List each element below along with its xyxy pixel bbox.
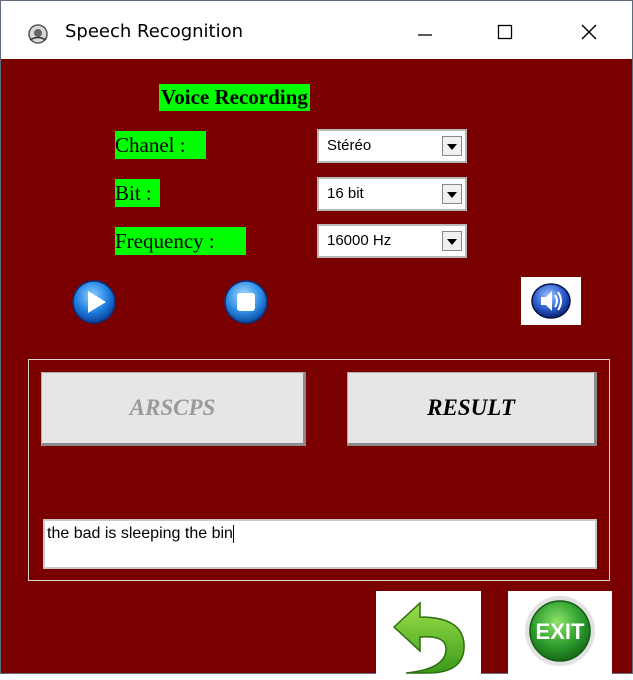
chevron-down-icon[interactable] <box>442 231 462 251</box>
bit-select[interactable]: 16 bit <box>317 177 467 211</box>
frequency-label: Frequency : <box>115 227 246 255</box>
back-arrow-icon <box>392 601 465 674</box>
recognized-text: the bad is sleeping the bin <box>47 525 233 543</box>
chanel-value: Stéréo <box>327 137 372 154</box>
exit-label: EXIT <box>536 619 585 644</box>
arscps-button[interactable]: ARSCPS <box>41 372 306 446</box>
close-button[interactable] <box>569 15 609 49</box>
title-bar[interactable]: Speech Recognition <box>1 1 632 59</box>
play-icon[interactable] <box>71 279 117 325</box>
maximize-icon <box>497 24 513 40</box>
chevron-down-icon[interactable] <box>442 136 462 156</box>
close-icon <box>581 24 597 40</box>
text-caret <box>232 525 234 543</box>
minimize-icon <box>418 34 432 36</box>
speech-recognition-window: Speech Recognition Voice Recording Chane… <box>0 0 633 675</box>
chanel-label: Chanel : <box>115 131 206 159</box>
stop-icon[interactable] <box>221 279 271 325</box>
bit-label: Bit : <box>115 179 160 207</box>
speaker-button[interactable] <box>521 277 581 325</box>
exit-button[interactable]: EXIT <box>508 591 612 675</box>
app-icon <box>28 24 48 44</box>
back-button[interactable] <box>376 591 481 675</box>
bit-value: 16 bit <box>327 185 364 202</box>
window-title: Speech Recognition <box>65 21 244 42</box>
voice-recording-heading: Voice Recording <box>159 84 310 111</box>
chanel-select[interactable]: Stéréo <box>317 129 467 163</box>
speaker-icon <box>531 283 571 319</box>
chevron-down-icon[interactable] <box>442 184 462 204</box>
recognized-text-field[interactable]: the bad is sleeping the bin <box>43 519 597 569</box>
maximize-button[interactable] <box>485 15 525 49</box>
frequency-value: 16000 Hz <box>327 232 392 249</box>
result-button[interactable]: RESULT <box>347 372 597 446</box>
exit-icon: EXIT <box>525 596 595 666</box>
frequency-select[interactable]: 16000 Hz <box>317 224 467 258</box>
minimize-button[interactable] <box>405 15 445 49</box>
